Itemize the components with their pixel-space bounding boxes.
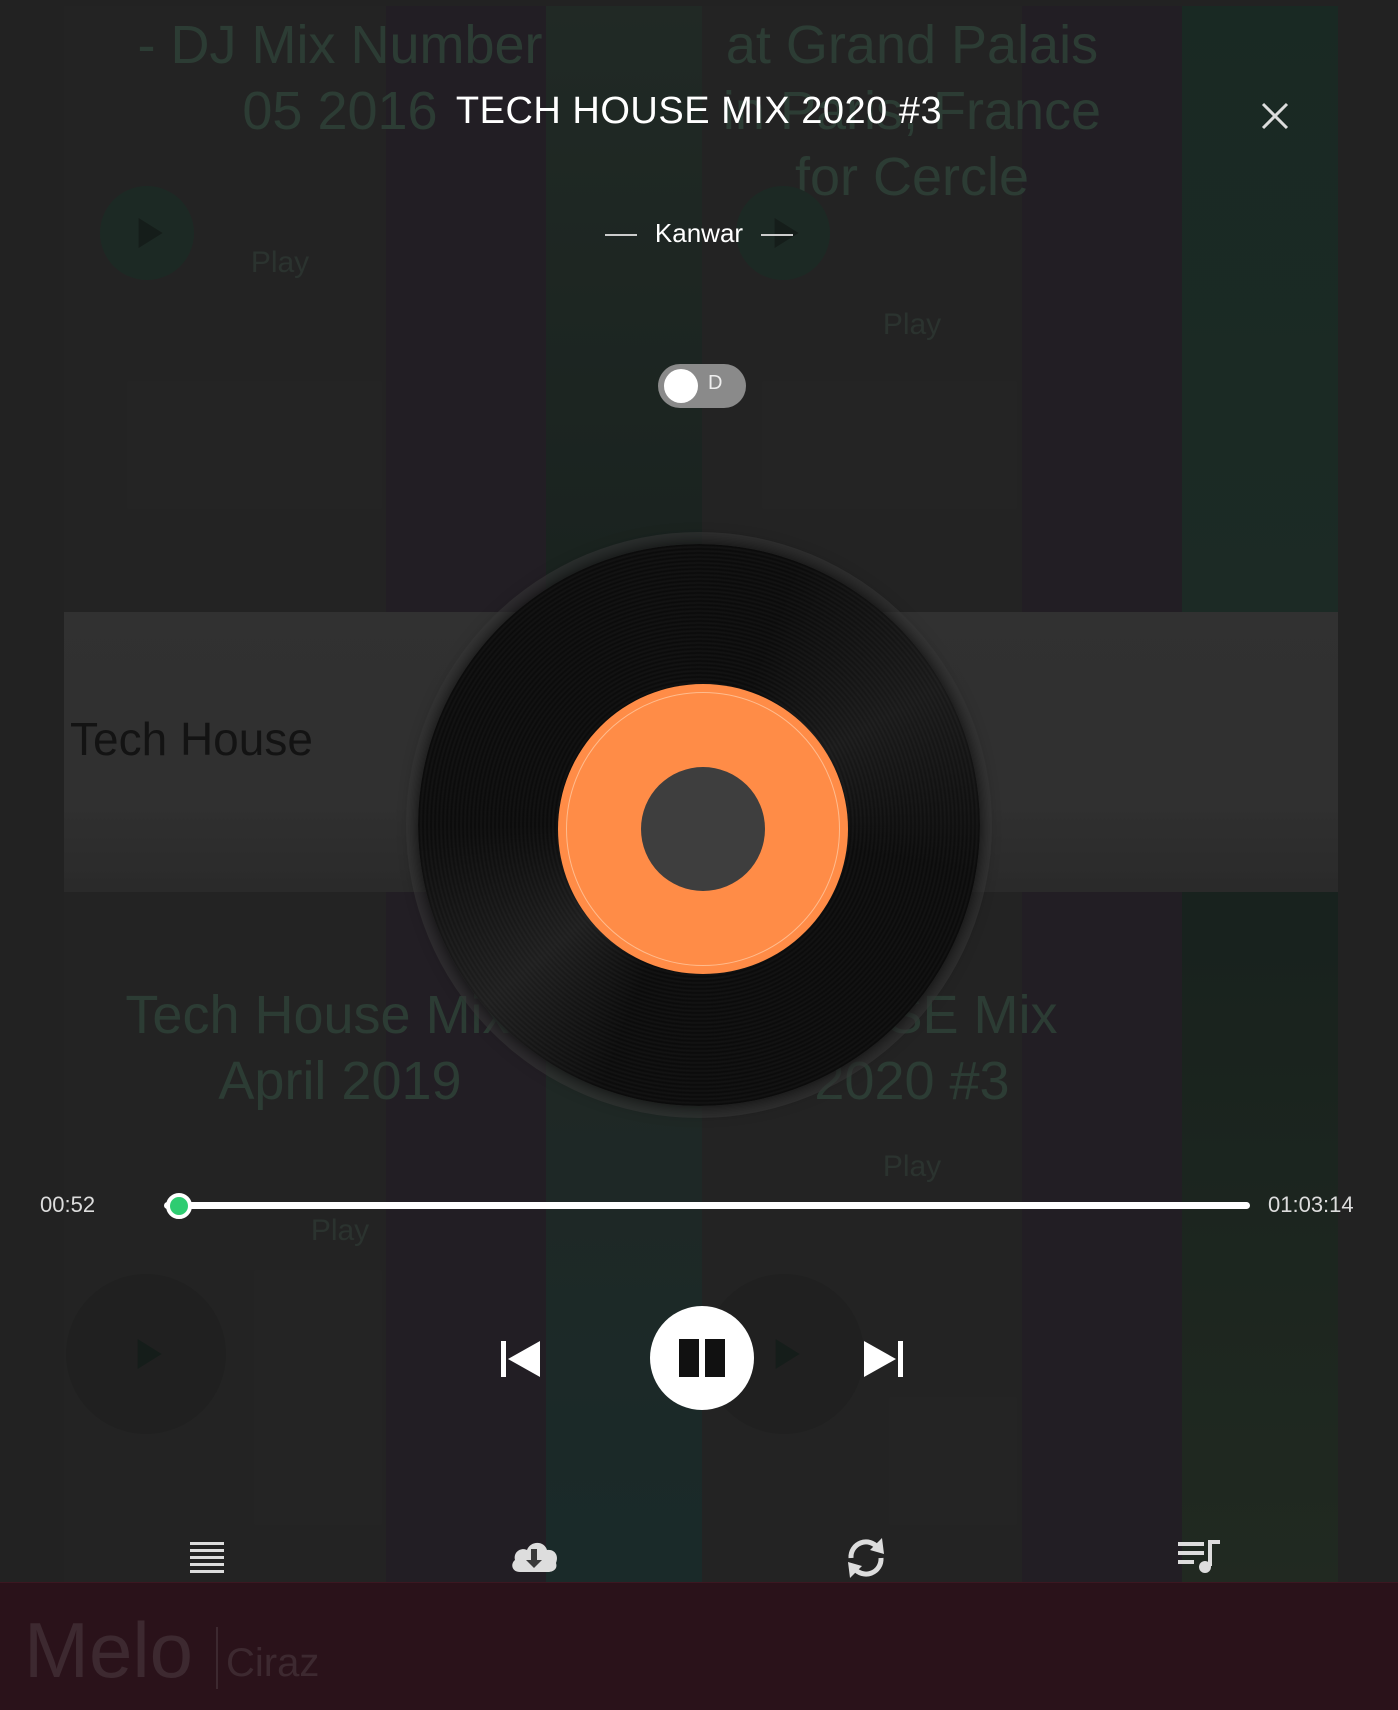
vinyl-label [558,684,848,974]
repeat-button[interactable] [842,1534,890,1578]
next-track-button[interactable] [860,1336,906,1382]
close-icon [1261,102,1289,130]
toggle-knob [664,369,698,403]
vinyl-center-hole [641,767,765,891]
play-pause-button[interactable] [650,1306,754,1410]
skip-previous-icon [501,1341,540,1377]
artist-dash-right [761,234,794,237]
artist-name: Kanwar [654,218,744,248]
repeat-icon [848,1538,884,1578]
mode-toggle[interactable]: D [658,364,746,408]
playlist-icon [1178,1540,1220,1573]
progress-bar[interactable] [164,1193,1250,1219]
artist-dash-left [604,234,637,237]
list-icon [190,1542,224,1573]
pause-icon [679,1339,725,1377]
time-total: 01:03:14 [1268,1192,1354,1217]
time-elapsed: 00:52 [40,1192,96,1217]
toggle-label: D [708,372,723,394]
skip-next-icon [864,1341,903,1377]
track-title: TECH HOUSE MIX 2020 #3 [455,90,943,132]
vinyl-disc [418,544,980,1106]
previous-track-button[interactable] [498,1336,544,1382]
vinyl-record [406,532,992,1118]
player-overlay: TECH HOUSE MIX 2020 #3 Kanwar D 00:52 01… [0,0,1398,1710]
cloud-download-icon [512,1542,557,1572]
queue-button[interactable] [1176,1534,1224,1578]
download-button[interactable] [508,1534,557,1578]
close-button[interactable] [1255,96,1295,136]
list-button[interactable] [184,1534,232,1578]
progress-knob[interactable] [165,1193,192,1219]
artist-row: Kanwar [0,218,1398,249]
